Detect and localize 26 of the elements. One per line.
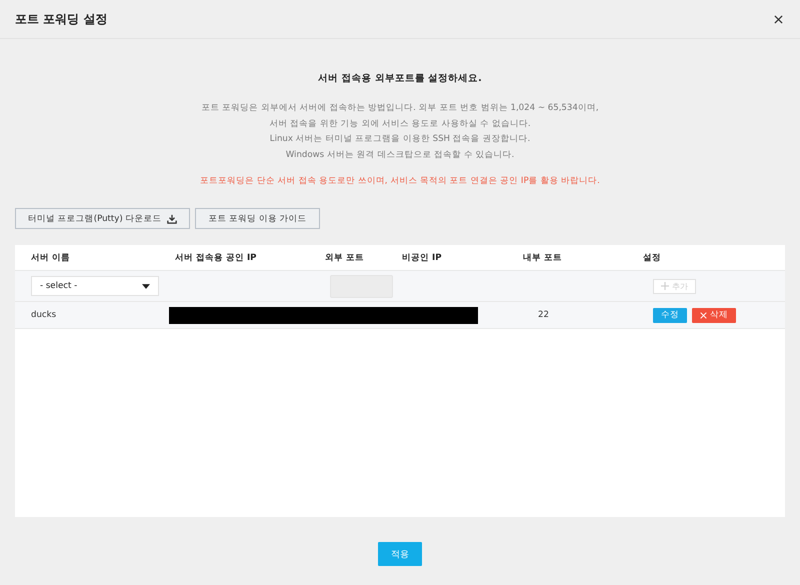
column-header: 비공인 IP (402, 252, 442, 264)
column-header: 서버 접속용 공인 IP (175, 252, 258, 264)
caret-icon (142, 284, 150, 288)
guide-button[interactable]: 포트 포워딩 이용 가이드 (195, 208, 320, 229)
close-icon (700, 312, 707, 318)
intro-heading: 서버 접속용 외부포트를 설정하세요. (318, 72, 482, 85)
download-button[interactable]: 터미널 프로그램(Putty) 다운로드 (15, 208, 190, 229)
intro-text: 포트 포워딩은 외부에서 서버에 접속하는 방법입니다. 외부 포트 번호 범위는 1,024 ~ 65,534이며, (201, 102, 599, 115)
dialog-title: 포트 포워딩 설정 (15, 10, 108, 28)
delete-button[interactable]: 삭제 (692, 308, 736, 322)
edit-button[interactable]: 수정 (653, 308, 687, 322)
column-header: 설정 (643, 252, 662, 264)
intro-text: 서버 접속을 위한 기능 외에 서비스 용도로 사용하실 수 없습니다. (269, 118, 531, 130)
column-header: 내부 포트 (523, 252, 563, 264)
apply-button[interactable]: 적용 (378, 542, 422, 566)
intro-text: Linux 서버는 터미널 프로그램을 이용한 SSH 접속을 권장합니다. (270, 133, 530, 146)
table-cell-text: ducks (31, 310, 58, 320)
warning-text: 포트포워딩은 단순 서버 접속 용도로만 쓰이며, 서비스 목적의 포트 연결은 공인 IP를 활용 바랍니다. (200, 175, 600, 187)
column-header: 서버 이름 (31, 252, 71, 264)
server-select[interactable]: - select - (31, 276, 159, 296)
close-icon[interactable] (774, 14, 783, 24)
download-icon (167, 214, 178, 224)
table-cell-text: 22 (537, 310, 550, 320)
intro-text: Windows 서버는 원격 데스크탑으로 접속할 수 있습니다. (286, 148, 514, 162)
plus-icon (661, 282, 669, 290)
column-header: 외부 포트 (325, 252, 365, 264)
